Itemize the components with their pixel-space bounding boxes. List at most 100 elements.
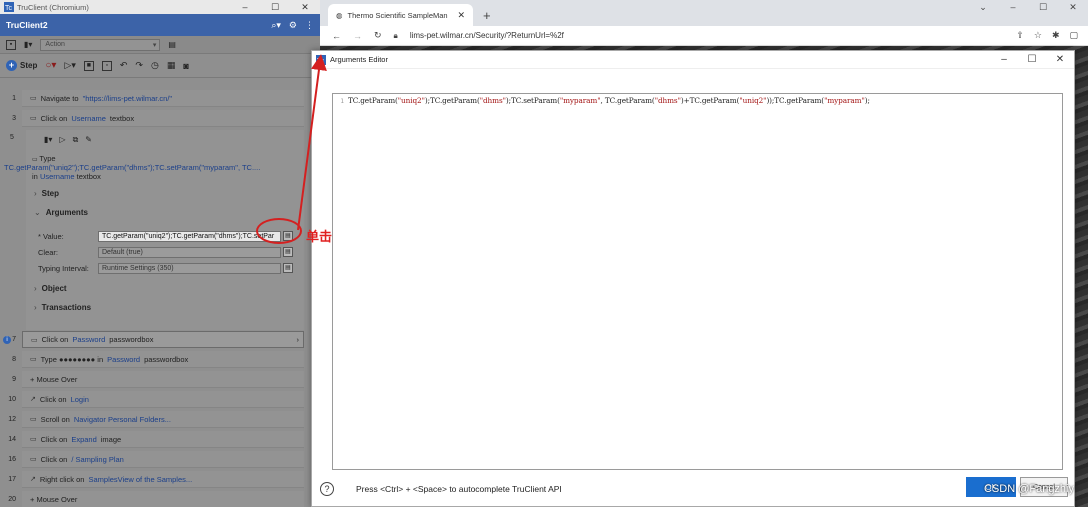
arguments-editor-icon[interactable]: ▤ [283, 247, 293, 257]
step-row[interactable]: 14 ▭ Click on Expand image [0, 430, 320, 449]
redo-icon[interactable]: ↷ [135, 60, 143, 71]
step-row[interactable]: 17 ↗ Right click on SamplesView of the S… [0, 470, 320, 489]
help-icon[interactable]: ? [320, 482, 334, 496]
back-icon[interactable]: ← [332, 31, 341, 41]
step-verb: Click on [41, 335, 69, 344]
chevron-right-icon[interactable]: › [297, 335, 304, 344]
dialog-titlebar: Tc Arguments Editor – ☐ ✕ [312, 51, 1074, 69]
step-row[interactable]: 3 ▭ Click on Username textbox [0, 109, 320, 128]
step-box[interactable]: ▭ Type ●●●●●●●● in Password passwordbox [22, 351, 304, 368]
section-transactions[interactable]: › Transactions [34, 303, 91, 312]
step-suffix: textbox [109, 113, 135, 123]
address-bar: ← → ↻ 🔒︎ lims-pet.wilmar.cn/Security/?Re… [320, 26, 1088, 46]
step-row[interactable]: 9 + Mouse Over [0, 370, 320, 389]
arg-value-row: * Value: TC.getParam("uniq2");TC.getPara… [38, 230, 293, 242]
calendar-icon[interactable]: ▦ [167, 60, 176, 71]
profile-icon[interactable]: ▢ [1069, 30, 1078, 41]
browser-tab[interactable]: ◍ Thermo Scientific SampleMan ✕ [328, 4, 473, 26]
step-box[interactable]: ↗ Click on Login [22, 391, 304, 408]
step-number: 9 [12, 376, 16, 383]
share-icon[interactable]: ⇪ [1016, 30, 1024, 41]
step-box[interactable]: ▭ Click on / Sampling Plan [22, 451, 304, 468]
close-icon[interactable]: ✕ [290, 2, 320, 13]
step-box[interactable]: ▭ Click on Expand image [22, 431, 304, 448]
maximize-icon[interactable]: ☐ [1028, 0, 1058, 14]
copy-icon[interactable]: ⧉ [73, 135, 79, 145]
step-box-icon[interactable]: ▫ [101, 60, 112, 71]
chevron-right-icon: › [34, 284, 37, 293]
step-row[interactable]: i7 ▭ Click on Password passwordbox › [0, 330, 320, 349]
section-arguments[interactable]: ⌄ Arguments [34, 208, 88, 217]
browser-tab-title: Thermo Scientific SampleMan [347, 10, 448, 20]
close-icon[interactable]: ✕ [1058, 0, 1088, 14]
step-object: Username [71, 113, 106, 123]
step-verb: Click on [40, 434, 68, 444]
step-box[interactable]: + Mouse Over [22, 491, 304, 507]
minimize-icon[interactable]: – [990, 54, 1018, 65]
minimize-icon[interactable]: – [230, 2, 260, 13]
gear-icon[interactable]: ⚙ [289, 20, 297, 31]
close-icon[interactable]: ✕ [1046, 54, 1074, 65]
chart-icon[interactable]: ▮▾ [24, 40, 32, 49]
maximize-icon[interactable]: ☐ [1018, 54, 1046, 65]
clock-icon[interactable]: ◷ [151, 60, 159, 71]
stop-icon[interactable]: ■ [83, 60, 94, 71]
step-box[interactable]: ▭ Scroll on Navigator Personal Folders..… [22, 411, 304, 428]
chevron-down-icon[interactable]: ⌄ [968, 0, 998, 14]
undo-icon[interactable]: ↶ [120, 60, 128, 71]
add-step-button[interactable]: + Step [6, 60, 37, 71]
close-tab-icon[interactable]: ✕ [457, 10, 465, 21]
new-tab-icon[interactable]: + [483, 8, 491, 23]
extensions-icon[interactable]: ✱ [1052, 30, 1060, 41]
menu-icon[interactable]: ⋮ [305, 20, 314, 31]
step-box[interactable]: ▭ Click on Password passwordbox › [22, 331, 304, 348]
play-icon[interactable]: ▷▾ [64, 60, 75, 71]
action-select[interactable]: Action ▾ [40, 38, 161, 51]
minimize-icon[interactable]: – [998, 0, 1028, 14]
step-box[interactable]: + Mouse Over [22, 371, 304, 388]
wrench-icon[interactable]: ✎ [85, 135, 92, 145]
step-box[interactable]: ▭ Click on Username textbox [22, 110, 304, 127]
cancel-button[interactable]: Cancel [1020, 477, 1068, 497]
step-box[interactable]: ▭ Navigate to "https://lims-pet.wilmar.c… [22, 90, 304, 107]
chart-icon[interactable]: ▮▾ [44, 135, 52, 145]
truclient-logo-icon: Tc [4, 2, 14, 12]
camera-icon[interactable]: ◙ [183, 61, 188, 71]
arg-interval-input[interactable]: Runtime Settings (350) [98, 262, 281, 274]
step-number: 14 [8, 436, 16, 443]
step-row[interactable]: 20 + Mouse Over [0, 490, 320, 507]
code-line[interactable]: TC.getParam("uniq2");TC.getParam("dhms")… [348, 96, 870, 105]
play-icon[interactable]: ▷ [59, 135, 65, 145]
reload-icon[interactable]: ↻ [374, 30, 382, 41]
arg-clear-label: Clear: [38, 247, 59, 257]
ok-button[interactable]: OK [966, 477, 1016, 497]
arg-clear-select[interactable]: Default (true) [98, 246, 281, 258]
maximize-icon[interactable]: ☐ [260, 2, 290, 13]
step-5-object: Username [39, 172, 75, 181]
step-verb: Click on [40, 454, 68, 464]
toolbar-top: ▪ ▮▾ Action ▾ ▤ [0, 36, 320, 54]
record-icon[interactable]: ○▾ [45, 60, 56, 71]
save-icon[interactable]: ▪ [6, 39, 16, 50]
dialog-window-controls: – ☐ ✕ [990, 54, 1074, 65]
svg-text:Tc: Tc [5, 5, 13, 12]
step-row[interactable]: 12 ▭ Scroll on Navigator Personal Folder… [0, 410, 320, 429]
section-step[interactable]: › Step [34, 189, 59, 198]
step-box[interactable]: ↗ Right click on SamplesView of the Samp… [22, 471, 304, 488]
section-object[interactable]: › Object [34, 284, 67, 293]
browser-window-controls: ⌄ – ☐ ✕ [968, 0, 1088, 14]
step-row[interactable]: 8 ▭ Type ●●●●●●●● in Password passwordbo… [0, 350, 320, 369]
step-row[interactable]: 10 ↗ Click on Login [0, 390, 320, 409]
comment-icon[interactable]: ▤ [168, 40, 176, 49]
url-field[interactable]: lims-pet.wilmar.cn/Security/?ReturnUrl=%… [410, 31, 564, 40]
step-number: 8 [12, 356, 16, 363]
star-icon[interactable]: ☆ [1034, 30, 1042, 41]
step-row[interactable]: 1 ▭ Navigate to "https://lims-pet.wilmar… [0, 89, 320, 108]
step-row[interactable]: 16 ▭ Click on / Sampling Plan [0, 450, 320, 469]
arguments-editor-icon[interactable]: ▤ [283, 263, 293, 273]
search-icon[interactable]: ⌕▾ [271, 20, 281, 31]
forward-icon[interactable]: → [353, 31, 362, 41]
truclient-appbar: TruClient2 ⌕▾ ⚙ ⋮ [0, 14, 320, 36]
arg-value-input[interactable]: TC.getParam("uniq2");TC.getParam("dhms")… [98, 230, 281, 242]
code-editor[interactable]: 1 TC.getParam("uniq2");TC.getParam("dhms… [332, 93, 1063, 470]
